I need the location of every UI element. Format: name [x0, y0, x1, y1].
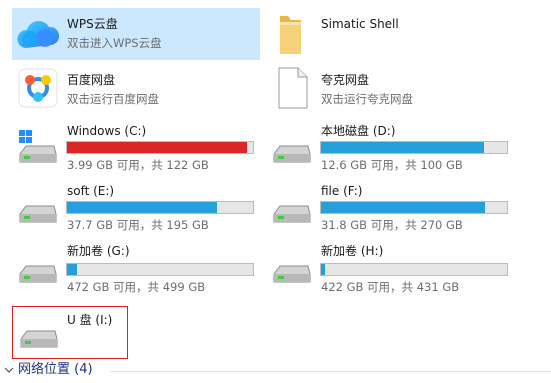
simatic-shell-name: Simatic Shell	[321, 17, 399, 31]
drive-i-usb[interactable]: U 盘 (I:)	[12, 306, 128, 359]
kuake-netdisk-name: 夸克网盘	[321, 73, 370, 87]
drive-c-usage-bar	[66, 141, 254, 154]
drive-g-usage-fill	[67, 264, 78, 275]
drive-f[interactable]: file (F:) 31.8 GB 可用，共 270 GB	[266, 180, 516, 236]
drive-c[interactable]: Windows (C:) 3.99 GB 可用，共 122 GB	[12, 120, 260, 176]
drive-d-space: 12.6 GB 可用，共 100 GB	[321, 158, 463, 172]
drive-icon	[16, 246, 60, 290]
drive-icon	[270, 246, 314, 290]
wps-cloud-item[interactable]: WPS云盘 双击进入WPS云盘	[12, 8, 260, 60]
drive-g-space: 472 GB 可用，共 499 GB	[67, 280, 206, 294]
drive-icon	[16, 186, 60, 230]
drive-g-usage-bar	[66, 263, 254, 276]
drive-e-usage-bar	[66, 201, 254, 214]
windows-drive-icon	[16, 126, 60, 170]
drive-e-space: 37.7 GB 可用，共 195 GB	[67, 218, 209, 232]
network-locations-title: 网络位置 (4)	[18, 362, 93, 377]
drive-g-name: 新加卷 (G:)	[67, 244, 130, 258]
drive-d-usage-bar	[320, 141, 508, 154]
drive-d[interactable]: 本地磁盘 (D:) 12.6 GB 可用，共 100 GB	[266, 120, 516, 176]
drive-icon	[270, 126, 314, 170]
drive-c-name: Windows (C:)	[67, 124, 147, 138]
kuake-netdisk-item[interactable]: 夸克网盘 双击运行夸克网盘	[266, 62, 516, 114]
network-locations-group[interactable]: 网络位置 (4)	[0, 360, 551, 380]
drive-e-usage-fill	[67, 202, 218, 213]
group-divider	[110, 371, 551, 372]
drive-d-name: 本地磁盘 (D:)	[321, 124, 396, 138]
drive-f-space: 31.8 GB 可用，共 270 GB	[321, 218, 463, 232]
file-icon	[270, 66, 314, 110]
drive-h-space: 422 GB 可用，共 431 GB	[321, 280, 460, 294]
wps-cloud-name: WPS云盘	[67, 17, 118, 31]
drive-c-space: 3.99 GB 可用，共 122 GB	[67, 158, 209, 172]
drive-h-name: 新加卷 (H:)	[321, 244, 384, 258]
drive-e-name: soft (E:)	[67, 184, 115, 198]
simatic-shell-item[interactable]: Simatic Shell	[266, 8, 516, 60]
baidu-netdisk-item[interactable]: 百度网盘 双击运行百度网盘	[12, 62, 260, 114]
chevron-down-icon[interactable]	[3, 364, 15, 376]
wps-cloud-icon	[16, 12, 60, 56]
wps-cloud-desc: 双击进入WPS云盘	[67, 36, 162, 50]
folder-icon	[270, 12, 314, 56]
baidu-netdisk-desc: 双击运行百度网盘	[67, 92, 159, 106]
baidu-netdisk-name: 百度网盘	[67, 73, 116, 87]
drive-e[interactable]: soft (E:) 37.7 GB 可用，共 195 GB	[12, 180, 260, 236]
drive-icon	[270, 186, 314, 230]
drive-h-usage-bar	[320, 263, 508, 276]
drive-f-name: file (F:)	[321, 184, 363, 198]
drive-f-usage-bar	[320, 201, 508, 214]
drive-g[interactable]: 新加卷 (G:) 472 GB 可用，共 499 GB	[12, 240, 260, 296]
drive-h[interactable]: 新加卷 (H:) 422 GB 可用，共 431 GB	[266, 240, 516, 296]
drive-h-usage-fill	[321, 264, 325, 275]
drive-f-usage-fill	[321, 202, 486, 213]
drive-d-usage-fill	[321, 142, 484, 153]
drive-i-name: U 盘 (I:)	[67, 313, 113, 327]
baidu-netdisk-icon	[16, 66, 60, 110]
kuake-netdisk-desc: 双击运行夸克网盘	[321, 92, 413, 106]
usb-drive-icon	[17, 311, 61, 355]
drive-c-usage-fill	[67, 142, 247, 153]
